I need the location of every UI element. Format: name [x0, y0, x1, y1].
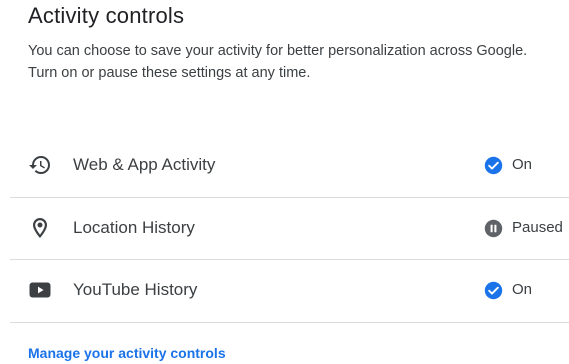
manage-activity-controls-link[interactable]: Manage your activity controls: [28, 343, 226, 363]
check-circle-icon: [484, 281, 503, 300]
control-label: YouTube History: [73, 280, 198, 299]
history-icon: [28, 153, 52, 177]
control-row-location-history[interactable]: Location History Paused: [0, 197, 569, 259]
status-text: On: [512, 156, 533, 173]
status-text: On: [512, 281, 533, 298]
youtube-icon: [28, 278, 52, 302]
status-indicator: On: [484, 279, 532, 301]
page-title: Activity controls: [28, 3, 185, 28]
status-indicator: On: [484, 154, 532, 176]
control-row-web-app-activity[interactable]: Web & App Activity On: [0, 134, 569, 196]
pause-circle-icon: [484, 219, 503, 238]
location-pin-icon: [28, 216, 52, 240]
page-description: You can choose to save your activity for…: [28, 43, 528, 81]
divider: [10, 322, 569, 323]
control-label: Location History: [73, 218, 195, 237]
check-circle-icon: [484, 156, 503, 175]
control-row-youtube-history[interactable]: YouTube History On: [0, 259, 569, 321]
status-indicator: Paused: [484, 217, 563, 239]
status-text: Paused: [512, 219, 563, 236]
control-label: Web & App Activity: [73, 155, 216, 174]
